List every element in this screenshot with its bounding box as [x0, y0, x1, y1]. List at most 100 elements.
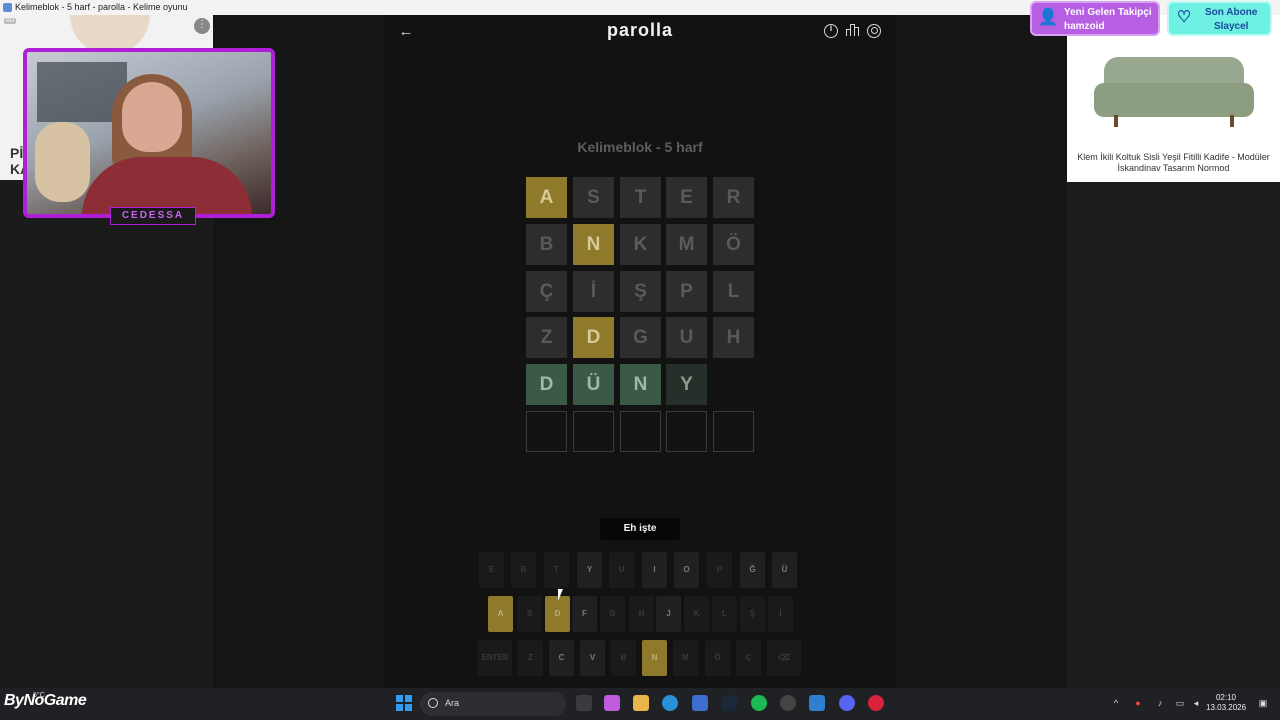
steam-icon[interactable]	[721, 695, 737, 711]
ad-menu-icon[interactable]: ⋮	[194, 18, 210, 34]
spotify-icon[interactable]	[751, 695, 767, 711]
discord-icon[interactable]	[839, 695, 855, 711]
show-hidden-icons-chevron-icon[interactable]: ^	[1111, 698, 1121, 708]
new-follower-alert: 👤 Yeni Gelen Takipçi hamzoid	[1030, 1, 1160, 36]
windows-start-icon[interactable]	[396, 695, 412, 711]
keyboard-key[interactable]: M	[673, 640, 698, 676]
sofa-image	[1094, 57, 1254, 127]
keyboard-key[interactable]: R	[511, 552, 536, 588]
weather-temperature[interactable]: 6°C	[33, 692, 45, 699]
board-tile	[713, 364, 754, 405]
keyboard-key[interactable]: L	[712, 596, 737, 632]
keyboard-key[interactable]: Ö	[705, 640, 730, 676]
keyboard-key[interactable]: O	[674, 552, 699, 588]
bynogame-logo: ByNoGame	[4, 692, 87, 709]
subscriber-alert-title: Son Abone	[1205, 7, 1258, 18]
task-view-icon[interactable]	[576, 695, 592, 711]
tab-title[interactable]: Kelimeblok - 5 harf - parolla - Kelime o…	[15, 0, 188, 15]
keyboard-key[interactable]: Z	[518, 640, 543, 676]
keyboard-key[interactable]: G	[600, 596, 625, 632]
clock-time: 02:10	[1215, 693, 1237, 702]
mouse-cursor-icon	[558, 589, 568, 601]
photos-icon[interactable]	[809, 695, 825, 711]
board-tile: K	[620, 224, 661, 265]
keyboard-key[interactable]: I	[642, 552, 667, 588]
webcam-overlay	[23, 48, 275, 218]
board-tile: İ	[573, 271, 614, 312]
keyboard-key[interactable]: İ	[768, 596, 793, 632]
board-tile: D	[573, 317, 614, 358]
keyboard-key[interactable]: H	[629, 596, 654, 632]
game-subtitle: Kelimeblok - 5 harf	[577, 139, 703, 155]
board-tile: Ö	[713, 224, 754, 265]
board-tile: Ş	[620, 271, 661, 312]
board-row: ASTER	[526, 177, 754, 218]
clock-date: 13.03.2026	[1206, 703, 1247, 712]
file-explorer-icon[interactable]	[633, 695, 649, 711]
keyboard-key[interactable]: P	[707, 552, 732, 588]
system-clock[interactable]: 02:10 13.03.2026	[1206, 693, 1246, 713]
notifications-icon[interactable]: ▣	[1258, 698, 1268, 708]
keyboard-key[interactable]: U	[609, 552, 634, 588]
keyboard-key[interactable]: D	[545, 596, 570, 632]
keyboard-key[interactable]: Ü	[772, 552, 797, 588]
keyboard-key[interactable]: V	[580, 640, 605, 676]
profile-icon[interactable]	[867, 24, 881, 38]
microsoft-store-icon[interactable]	[692, 695, 708, 711]
ad-caption[interactable]: Klem İkili Koltuk Sisli Yeşil Fitilli Ka…	[1077, 152, 1270, 174]
keyboard-key[interactable]: A	[488, 596, 513, 632]
board-tile: L	[713, 271, 754, 312]
edge-browser-icon[interactable]	[662, 695, 678, 711]
board-tile: T	[620, 177, 661, 218]
keyboard-key[interactable]: Y	[577, 552, 602, 588]
keyboard-key[interactable]: S	[517, 596, 542, 632]
board-tile	[526, 411, 567, 452]
obs-icon[interactable]	[780, 695, 796, 711]
board-tile: N	[620, 364, 661, 405]
keyboard-key[interactable]: Ç	[736, 640, 761, 676]
keyboard-key[interactable]: C	[549, 640, 574, 676]
taskbar-search[interactable]: Ara	[420, 692, 566, 716]
volume-icon[interactable]: ◂	[1191, 698, 1201, 708]
board-tile: E	[666, 177, 707, 218]
back-arrow-icon[interactable]: ←	[397, 23, 415, 41]
add-user-icon: 👤	[1038, 9, 1058, 26]
board-tile: R	[713, 177, 754, 218]
streamer-name-label: CEDESSA	[110, 207, 196, 225]
recording-app-icon[interactable]	[868, 695, 884, 711]
board-tile: N	[573, 224, 614, 265]
board-tile: S	[573, 177, 614, 218]
stats-icon[interactable]	[846, 24, 859, 36]
search-icon	[428, 698, 438, 708]
board-row: ZDGUH	[526, 317, 754, 358]
keyboard-key[interactable]: N	[642, 640, 667, 676]
keyboard-key[interactable]: E	[479, 552, 504, 588]
board-tile: Z	[526, 317, 567, 358]
microphone-icon[interactable]: ♪	[1155, 698, 1165, 708]
copilot-icon[interactable]	[604, 695, 620, 711]
board-tile: B	[526, 224, 567, 265]
keyboard-key[interactable]: Ğ	[740, 552, 765, 588]
keyboard-key[interactable]: F	[572, 596, 597, 632]
info-icon[interactable]	[824, 23, 838, 38]
tray-app-icon[interactable]: ●	[1133, 698, 1143, 708]
keyboard-key[interactable]: J	[656, 596, 681, 632]
board-tile: M	[666, 224, 707, 265]
board-tile	[573, 411, 614, 452]
keyboard-key[interactable]: K	[684, 596, 709, 632]
keyboard-key[interactable]: B	[611, 640, 636, 676]
keyboard-key[interactable]: T	[544, 552, 569, 588]
site-title[interactable]: parolla	[560, 20, 720, 41]
enter-key[interactable]: ENTER	[478, 640, 512, 676]
backspace-key[interactable]: ⌫	[767, 640, 801, 676]
board-row: BNKMÖ	[526, 224, 754, 265]
last-subscriber-alert: ♡ Son Abone Slaycel	[1167, 1, 1272, 36]
keyboard-key[interactable]: Ş	[740, 596, 765, 632]
board-tile: A	[526, 177, 567, 218]
right-advertisement[interactable]: Klem İkili Koltuk Sisli Yeşil Fitilli Ka…	[1067, 15, 1280, 182]
board-tile: P	[666, 271, 707, 312]
board-tile: Y	[666, 364, 707, 405]
follower-alert-title: Yeni Gelen Takipçi	[1064, 7, 1152, 18]
board-tile	[713, 411, 754, 452]
network-icon[interactable]: ▭	[1175, 698, 1185, 708]
